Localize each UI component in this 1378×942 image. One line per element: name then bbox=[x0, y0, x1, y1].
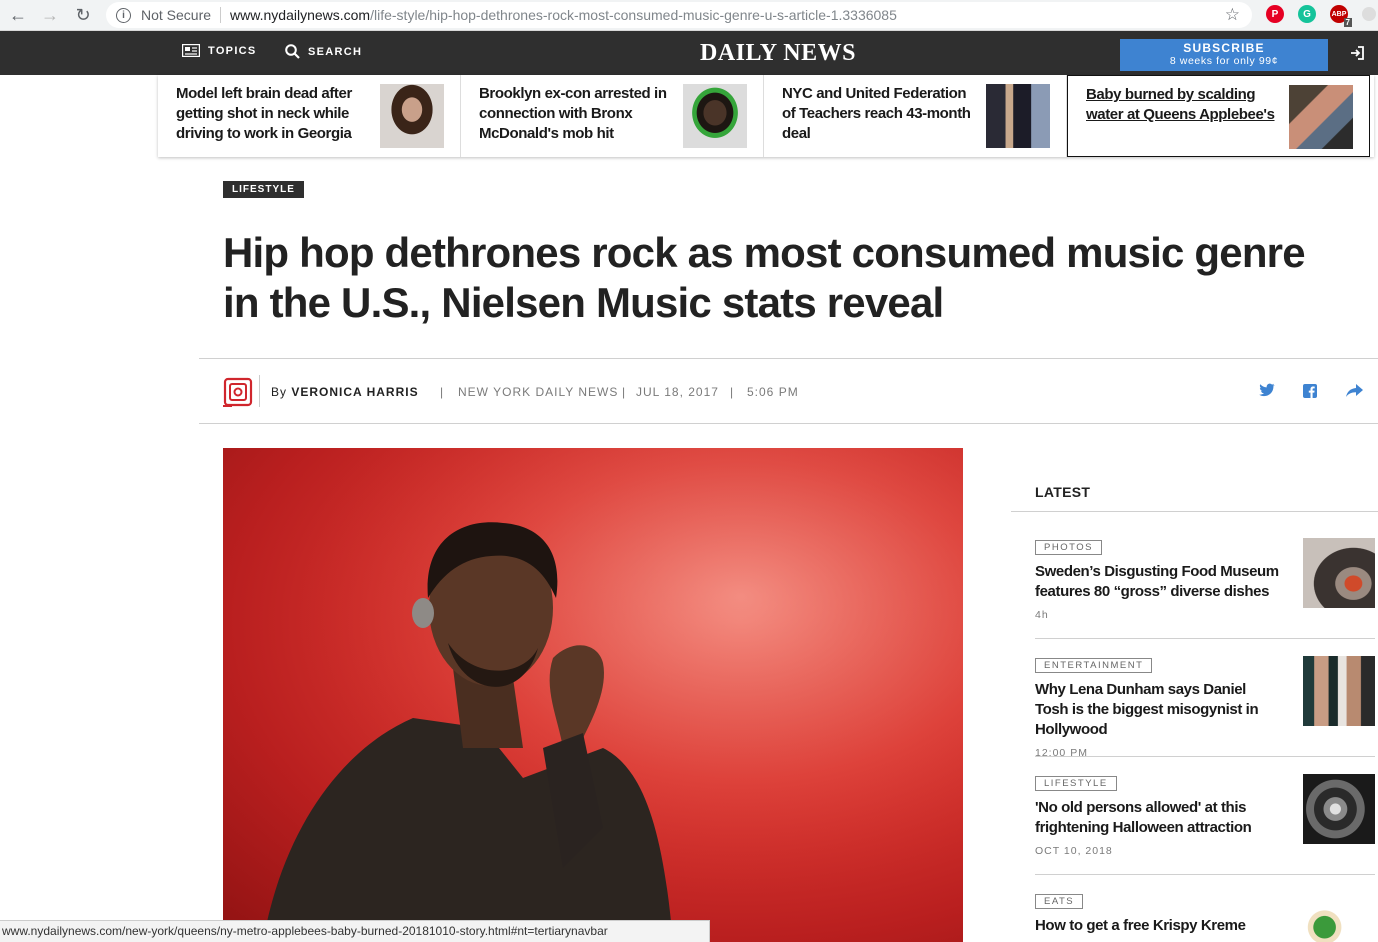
latest-heading: LATEST bbox=[1035, 484, 1091, 500]
trending-headline[interactable]: Brooklyn ex-con arrested in connection w… bbox=[479, 84, 669, 144]
hero-image[interactable] bbox=[223, 448, 963, 942]
adblock-icon[interactable]: ABP 7 bbox=[1330, 5, 1352, 27]
trending-headline[interactable]: Baby burned by scalding water at Queens … bbox=[1086, 85, 1276, 125]
topics-label: TOPICS bbox=[208, 44, 257, 57]
extension-icon[interactable] bbox=[1362, 7, 1376, 21]
latest-divider bbox=[1035, 638, 1375, 639]
pinterest-icon[interactable]: P bbox=[1266, 5, 1284, 23]
latest-thumbnail[interactable] bbox=[1303, 538, 1375, 608]
facebook-icon[interactable] bbox=[1303, 384, 1317, 398]
trending-thumbnail[interactable] bbox=[683, 84, 747, 148]
latest-item[interactable]: EATS How to get a free Krispy Kreme bbox=[1035, 891, 1375, 942]
nydn-badge-icon bbox=[223, 377, 253, 407]
search-button[interactable]: SEARCH bbox=[285, 44, 362, 59]
latest-item[interactable]: LIFESTYLE 'No old persons allowed' at th… bbox=[1035, 773, 1375, 857]
url-path: /life-style/hip-hop-dethrones-rock-most-… bbox=[370, 7, 897, 23]
browser-toolbar: ← → ↻ i Not Secure www.nydailynews.com/l… bbox=[0, 0, 1378, 31]
trending-strip: Model left brain dead after getting shot… bbox=[158, 75, 1374, 157]
latest-time: OCT 10, 2018 bbox=[1035, 845, 1113, 857]
site-header: TOPICS SEARCH DAILY NEWS SUBSCRIBE 8 wee… bbox=[0, 31, 1378, 75]
topics-button[interactable]: TOPICS bbox=[182, 44, 257, 57]
latest-divider bbox=[1035, 874, 1375, 875]
search-label: SEARCH bbox=[308, 45, 363, 58]
latest-headline[interactable]: 'No old persons allowed' at this frighte… bbox=[1035, 798, 1280, 838]
login-icon[interactable] bbox=[1350, 46, 1364, 65]
byline-prefix: By bbox=[271, 385, 288, 399]
latest-divider bbox=[1011, 511, 1378, 512]
meta-separator: | bbox=[622, 385, 627, 399]
link-status-bar: www.nydailynews.com/new-york/queens/ny-m… bbox=[0, 920, 710, 942]
trending-item[interactable]: Model left brain dead after getting shot… bbox=[158, 75, 461, 157]
twitter-icon[interactable] bbox=[1259, 383, 1275, 397]
back-icon[interactable]: ← bbox=[6, 4, 30, 26]
bookmark-star-icon[interactable]: ☆ bbox=[1225, 5, 1240, 25]
address-divider bbox=[220, 7, 222, 23]
latest-item[interactable]: ENTERTAINMENT Why Lena Dunham says Danie… bbox=[1035, 655, 1375, 759]
latest-tag[interactable]: LIFESTYLE bbox=[1035, 776, 1117, 791]
trending-item[interactable]: NYC and United Federation of Teachers re… bbox=[764, 75, 1067, 157]
publish-date: JUL 18, 2017 bbox=[636, 385, 719, 399]
latest-thumbnail[interactable] bbox=[1303, 905, 1375, 942]
adblock-badge: 7 bbox=[1343, 18, 1352, 27]
trending-thumbnail[interactable] bbox=[1289, 85, 1353, 149]
trending-thumbnail[interactable] bbox=[380, 84, 444, 148]
address-bar[interactable]: i Not Secure www.nydailynews.com/life-st… bbox=[106, 2, 1252, 28]
trending-headline[interactable]: Model left brain dead after getting shot… bbox=[176, 84, 366, 144]
latest-thumbnail[interactable] bbox=[1303, 774, 1375, 844]
newspaper-icon bbox=[182, 44, 200, 57]
latest-headline[interactable]: Sweden’s Disgusting Food Museum features… bbox=[1035, 562, 1280, 602]
forward-icon[interactable]: → bbox=[38, 4, 62, 26]
latest-item[interactable]: PHOTOS Sweden’s Disgusting Food Museum f… bbox=[1035, 537, 1375, 621]
grammarly-icon[interactable]: G bbox=[1298, 5, 1316, 23]
url-host: www.nydailynews.com bbox=[230, 7, 371, 23]
latest-headline[interactable]: How to get a free Krispy Kreme bbox=[1035, 916, 1280, 936]
performer-photo bbox=[223, 448, 963, 942]
latest-tag[interactable]: ENTERTAINMENT bbox=[1035, 658, 1153, 673]
latest-thumbnail[interactable] bbox=[1303, 656, 1375, 726]
share-arrow-icon[interactable] bbox=[1346, 384, 1363, 397]
publication-name: NEW YORK DAILY NEWS bbox=[458, 385, 619, 399]
byline: By VERONICA HARRIS bbox=[271, 385, 419, 399]
author-name[interactable]: VERONICA HARRIS bbox=[291, 385, 418, 399]
subscribe-button[interactable]: SUBSCRIBE 8 weeks for only 99¢ bbox=[1120, 39, 1328, 71]
trending-item[interactable]: Brooklyn ex-con arrested in connection w… bbox=[461, 75, 764, 157]
meta-separator: | bbox=[440, 385, 445, 399]
trending-thumbnail[interactable] bbox=[986, 84, 1050, 148]
subscribe-label: SUBSCRIBE bbox=[1183, 41, 1265, 55]
latest-tag[interactable]: PHOTOS bbox=[1035, 540, 1102, 555]
section-tag[interactable]: LIFESTYLE bbox=[223, 181, 304, 198]
security-label: Not Secure bbox=[141, 7, 212, 23]
meta-separator: | bbox=[730, 385, 735, 399]
search-icon bbox=[285, 44, 300, 59]
latest-time: 4h bbox=[1035, 609, 1049, 621]
byline-bar: By VERONICA HARRIS | NEW YORK DAILY NEWS… bbox=[199, 358, 1378, 424]
daily-news-logo[interactable]: DAILY NEWS bbox=[700, 40, 856, 67]
info-icon[interactable]: i bbox=[116, 7, 131, 23]
subscribe-offer: 8 weeks for only 99¢ bbox=[1169, 55, 1279, 67]
latest-tag[interactable]: EATS bbox=[1035, 894, 1084, 909]
latest-divider bbox=[1035, 756, 1375, 757]
trending-item[interactable]: Baby burned by scalding water at Queens … bbox=[1067, 75, 1370, 157]
reload-icon[interactable]: ↻ bbox=[71, 4, 95, 26]
trending-headline[interactable]: NYC and United Federation of Teachers re… bbox=[782, 84, 972, 144]
latest-headline[interactable]: Why Lena Dunham says Daniel Tosh is the … bbox=[1035, 680, 1280, 740]
article-headline: Hip hop dethrones rock as most consumed … bbox=[223, 229, 1306, 326]
latest-time: 12:00 PM bbox=[1035, 747, 1088, 759]
publish-time: 5:06 PM bbox=[747, 385, 799, 399]
byline-divider bbox=[259, 375, 260, 407]
